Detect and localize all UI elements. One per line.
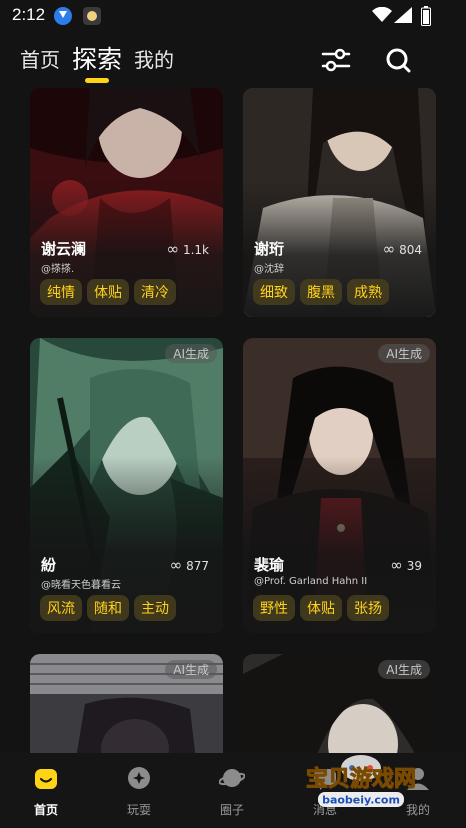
nav-play-label: 玩耍 bbox=[126, 803, 151, 817]
home-icon bbox=[35, 769, 57, 789]
personality-tag: 细致 bbox=[253, 279, 295, 305]
tab-home[interactable]: 首页 bbox=[20, 44, 60, 73]
personality-tag: 随和 bbox=[87, 595, 129, 621]
tag-list: 风流 随和 主动 bbox=[40, 595, 181, 621]
chat-count-value: 877 bbox=[186, 559, 209, 573]
tab-explore[interactable]: 探索 bbox=[72, 40, 122, 76]
character-author: @晓看天色暮看云 bbox=[41, 580, 121, 591]
chat-count: ∞ 804 bbox=[383, 240, 422, 258]
search-icon[interactable] bbox=[384, 46, 412, 74]
personality-tag: 体贴 bbox=[87, 279, 129, 305]
character-card[interactable]: AI生成 bbox=[30, 654, 223, 753]
ai-generated-badge: AI生成 bbox=[165, 660, 217, 679]
infinity-icon: ∞ bbox=[169, 556, 183, 574]
active-tab-indicator bbox=[85, 78, 109, 83]
infinity-icon: ∞ bbox=[390, 556, 403, 574]
personality-tag: 腹黑 bbox=[300, 279, 342, 305]
character-author: @Prof. Garland Hahn II bbox=[254, 576, 368, 587]
character-card[interactable]: 谢珩 ∞ 804 @沈辞 细致 腹黑 成熟 bbox=[243, 88, 436, 317]
nav-home-label: 首页 bbox=[33, 803, 58, 817]
app-notification-icon bbox=[83, 7, 101, 25]
tab-mine[interactable]: 我的 bbox=[134, 44, 174, 73]
tag-list: 纯情 体贴 清冷 bbox=[40, 279, 181, 305]
tag-list: 野性 体贴 张扬 bbox=[253, 595, 394, 621]
character-name: 谢云澜 bbox=[41, 240, 87, 258]
chat-count-value: 1.1k bbox=[182, 243, 209, 257]
status-time: 2:12 bbox=[12, 5, 46, 24]
character-name: 谢珩 bbox=[254, 240, 285, 258]
top-nav: 首页 探索 我的 bbox=[0, 36, 466, 86]
character-name: 紛 bbox=[41, 556, 57, 574]
personality-tag: 清冷 bbox=[134, 279, 176, 305]
personality-tag: 风流 bbox=[40, 595, 82, 621]
character-feed[interactable]: 谢云澜 ∞ 1.1k @搽搽. 纯情 体贴 清冷 谢珩 ∞ 804 @沈辞 细致 腹黑 成熟 bbox=[0, 88, 466, 753]
personality-tag: 张扬 bbox=[347, 595, 389, 621]
play-icon bbox=[128, 767, 150, 789]
planet-icon bbox=[219, 769, 245, 787]
ai-generated-badge: AI生成 bbox=[378, 660, 430, 679]
chat-count: ∞ 39 bbox=[390, 556, 422, 574]
character-card[interactable]: AI生成 bbox=[243, 654, 436, 753]
watermark-url: baobeiy.com bbox=[322, 794, 400, 807]
personality-tag: 体贴 bbox=[300, 595, 342, 621]
personality-tag: 主动 bbox=[134, 595, 176, 621]
nav-circle[interactable]: 圈子 bbox=[197, 765, 267, 818]
chat-count: ∞ 1.1k bbox=[166, 240, 209, 258]
wifi-icon bbox=[372, 7, 392, 22]
site-watermark: 宝贝游戏网 baobeiy.com bbox=[305, 755, 417, 807]
personality-tag: 成熟 bbox=[347, 279, 389, 305]
infinity-icon: ∞ bbox=[382, 240, 396, 258]
infinity-icon: ∞ bbox=[166, 240, 179, 258]
character-card[interactable]: AI生成 裴瑜 ∞ 39 @Prof. Garland Hahn II 野性 体贴张… bbox=[243, 338, 436, 633]
filter-icon[interactable] bbox=[320, 44, 352, 76]
status-bar: 2:12 bbox=[0, 0, 466, 32]
signal-icon bbox=[394, 7, 412, 23]
download-icon bbox=[54, 7, 72, 25]
tag-list: 细致 腹黑 成熟 bbox=[253, 279, 394, 305]
chat-count-value: 804 bbox=[399, 243, 422, 257]
chat-count-value: 39 bbox=[406, 559, 422, 573]
personality-tag: 纯情 bbox=[40, 279, 82, 305]
nav-circle-label: 圈子 bbox=[219, 803, 244, 817]
nav-play[interactable]: 玩耍 bbox=[104, 765, 174, 818]
character-author: @搽搽. bbox=[41, 264, 75, 275]
battery-icon bbox=[421, 6, 431, 26]
ai-generated-badge: AI生成 bbox=[378, 344, 430, 363]
personality-tag: 野性 bbox=[253, 595, 295, 621]
character-author: @沈辞 bbox=[254, 264, 284, 275]
nav-home[interactable]: 首页 bbox=[11, 765, 81, 818]
chat-count: ∞ 877 bbox=[170, 556, 209, 574]
character-name: 裴瑜 bbox=[254, 556, 285, 574]
ai-generated-badge: AI生成 bbox=[165, 344, 217, 363]
character-card[interactable]: 谢云澜 ∞ 1.1k @搽搽. 纯情 体贴 清冷 bbox=[30, 88, 223, 317]
watermark-title: 宝贝游戏网 bbox=[306, 766, 416, 792]
character-card[interactable]: AI生成 紛 ∞ 877 @晓看天色暮看云 风流 随和 主动 bbox=[30, 338, 223, 633]
